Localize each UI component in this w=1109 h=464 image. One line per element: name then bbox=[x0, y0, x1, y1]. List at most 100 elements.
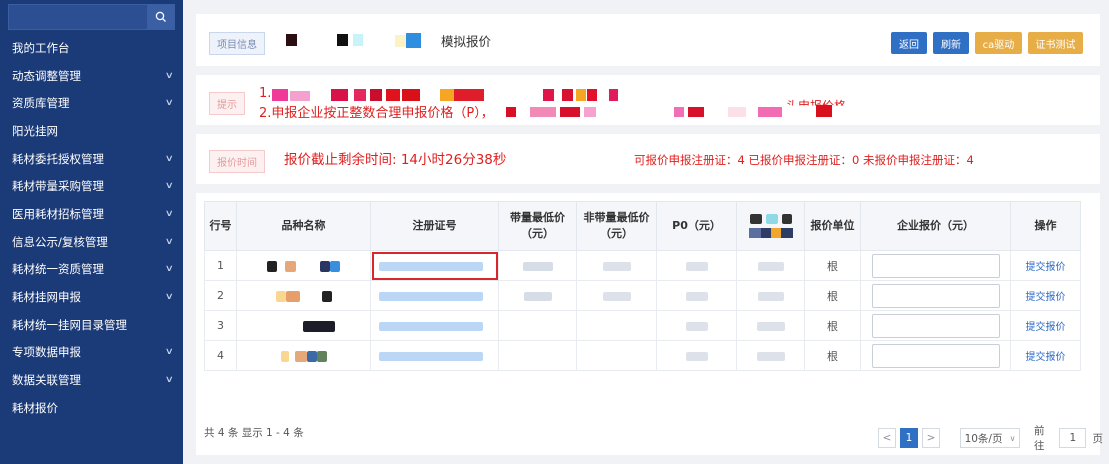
notice-line-1: 1. bbox=[259, 86, 272, 101]
redacted-block bbox=[584, 107, 596, 117]
submit-quote-link[interactable]: 提交报价 bbox=[1026, 322, 1066, 333]
refresh-button[interactable]: 刷新 bbox=[933, 32, 969, 54]
chevron-down-icon: ∨ bbox=[165, 70, 175, 81]
redacted-block bbox=[587, 89, 597, 101]
ca-driver-button[interactable]: ca驱动 bbox=[975, 32, 1022, 54]
sidebar-item[interactable]: 耗材委托授权管理 ∨ bbox=[0, 145, 183, 173]
volume-min-price-cell bbox=[498, 280, 577, 311]
page-suffix: 页 bbox=[1092, 432, 1103, 445]
cert-test-button[interactable]: 证书测试 bbox=[1028, 32, 1083, 54]
registration-no-cell[interactable] bbox=[370, 250, 499, 281]
back-button[interactable]: 返回 bbox=[891, 32, 927, 54]
redacted-block bbox=[770, 228, 781, 238]
sidebar-search-input[interactable] bbox=[8, 4, 147, 30]
sidebar-item[interactable]: 耗材报价 bbox=[0, 394, 183, 422]
header-quote-unit: 报价单位 bbox=[804, 201, 861, 251]
sidebar-item[interactable]: 阳光挂网 bbox=[0, 117, 183, 145]
volume-min-price-cell bbox=[498, 340, 577, 371]
redacted-block bbox=[290, 91, 310, 101]
redacted-block bbox=[602, 261, 631, 271]
table-row: 2 根 提交报价 bbox=[204, 280, 1081, 311]
sidebar-search bbox=[0, 0, 183, 34]
page-size-select[interactable]: 10条/页 ∨ bbox=[960, 428, 1021, 448]
submit-quote-link[interactable]: 提交报价 bbox=[1026, 352, 1066, 363]
chevron-down-icon: ∨ bbox=[165, 153, 175, 164]
redacted-block bbox=[748, 228, 761, 238]
registration-no-cell bbox=[370, 280, 499, 311]
sidebar-item-label: 动态调整管理 bbox=[12, 68, 81, 83]
sidebar-item-label: 耗材统一挂网目录管理 bbox=[12, 317, 127, 332]
sidebar-item[interactable]: 专项数据申报 ∨ bbox=[0, 339, 183, 367]
sidebar-item[interactable]: 动态调整管理 ∨ bbox=[0, 62, 183, 90]
prev-page-button[interactable]: < bbox=[878, 428, 896, 448]
redacted-cell bbox=[736, 250, 805, 281]
redacted-block bbox=[756, 321, 785, 331]
redacted-block bbox=[756, 351, 785, 361]
registration-no-cell bbox=[370, 340, 499, 371]
quote-input-cell bbox=[860, 250, 1011, 281]
chevron-down-icon: ∨ bbox=[165, 236, 175, 247]
p0-cell bbox=[656, 340, 737, 371]
redacted-block bbox=[275, 290, 286, 302]
redacted-block bbox=[506, 107, 516, 117]
chevron-down-icon: ∨ bbox=[165, 375, 175, 386]
registration-stats: 可报价申报注册证：4 已报价申报注册证：0 未报价申报注册证：4 bbox=[634, 153, 974, 167]
submit-quote-link[interactable]: 提交报价 bbox=[1026, 262, 1066, 273]
quote-price-input[interactable] bbox=[871, 313, 1000, 338]
non-volume-min-price-cell bbox=[576, 310, 657, 341]
redacted-block bbox=[685, 261, 708, 271]
sidebar-item[interactable]: 耗材挂网申报 ∨ bbox=[0, 283, 183, 311]
page-1-button[interactable]: 1 bbox=[900, 428, 918, 448]
quote-price-input[interactable] bbox=[871, 253, 1000, 278]
header-enterprise-quote: 企业报价（元） bbox=[860, 201, 1011, 251]
sidebar-item-label: 数据关联管理 bbox=[12, 373, 81, 388]
sidebar-item[interactable]: 耗材统一挂网目录管理 bbox=[0, 311, 183, 339]
p0-cell bbox=[656, 250, 737, 281]
redacted-block bbox=[379, 261, 483, 271]
sidebar-item[interactable]: 资质库管理 ∨ bbox=[0, 89, 183, 117]
redacted-cell bbox=[736, 310, 805, 341]
chevron-down-icon: ∨ bbox=[1009, 433, 1016, 443]
quote-table: 行号 品种名称 注册证号 带量最低价（元） 非带量最低价（元） P0（元） 报价… bbox=[204, 201, 1081, 371]
sidebar-item[interactable]: 耗材统一资质管理 ∨ bbox=[0, 256, 183, 284]
table-row: 4 根 提交报价 bbox=[204, 340, 1081, 371]
unit-cell: 根 bbox=[804, 280, 861, 311]
notice-line-2: 2.申报企业按正整数合理申报价格（P）， bbox=[259, 106, 494, 121]
redacted-block bbox=[560, 107, 580, 117]
header-registration-no: 注册证号 bbox=[370, 201, 499, 251]
sidebar-item[interactable]: 我的工作台 bbox=[0, 34, 183, 62]
action-cell: 提交报价 bbox=[1010, 310, 1081, 341]
sidebar-item[interactable]: 医用耗材招标管理 ∨ bbox=[0, 200, 183, 228]
redacted-block bbox=[316, 350, 327, 362]
non-volume-min-price-cell bbox=[576, 250, 657, 281]
non-volume-min-price-cell bbox=[576, 280, 657, 311]
header-volume-min-price: 带量最低价（元） bbox=[498, 201, 577, 251]
sidebar-item[interactable]: 耗材带量采购管理 ∨ bbox=[0, 172, 183, 200]
quote-input-cell bbox=[860, 340, 1011, 371]
search-icon bbox=[155, 11, 166, 22]
redacted-block bbox=[602, 291, 631, 301]
redacted-block bbox=[406, 33, 421, 48]
quote-price-input[interactable] bbox=[871, 283, 1000, 308]
quote-price-input[interactable] bbox=[871, 343, 1000, 368]
redacted-block bbox=[685, 291, 708, 301]
row-no: 1 bbox=[204, 250, 237, 281]
goto-page-input[interactable]: 1 bbox=[1059, 428, 1087, 448]
sidebar-item-label: 阳光挂网 bbox=[12, 123, 58, 138]
redacted-block bbox=[781, 214, 792, 224]
redacted-block bbox=[354, 89, 366, 101]
redacted-block bbox=[562, 89, 573, 101]
redacted-block bbox=[337, 34, 348, 46]
search-button[interactable] bbox=[147, 4, 175, 30]
redacted-cell bbox=[736, 340, 805, 371]
sidebar-item[interactable]: 信息公示/复核管理 ∨ bbox=[0, 228, 183, 256]
sidebar-item-label: 我的工作台 bbox=[12, 40, 70, 55]
submit-quote-link[interactable]: 提交报价 bbox=[1026, 292, 1066, 303]
redacted-block bbox=[576, 89, 586, 101]
product-name-cell bbox=[236, 310, 371, 341]
redacted-block bbox=[728, 107, 746, 117]
redacted-block bbox=[685, 351, 708, 361]
redacted-block bbox=[758, 107, 782, 117]
sidebar-item[interactable]: 数据关联管理 ∨ bbox=[0, 366, 183, 394]
next-page-button[interactable]: > bbox=[922, 428, 940, 448]
